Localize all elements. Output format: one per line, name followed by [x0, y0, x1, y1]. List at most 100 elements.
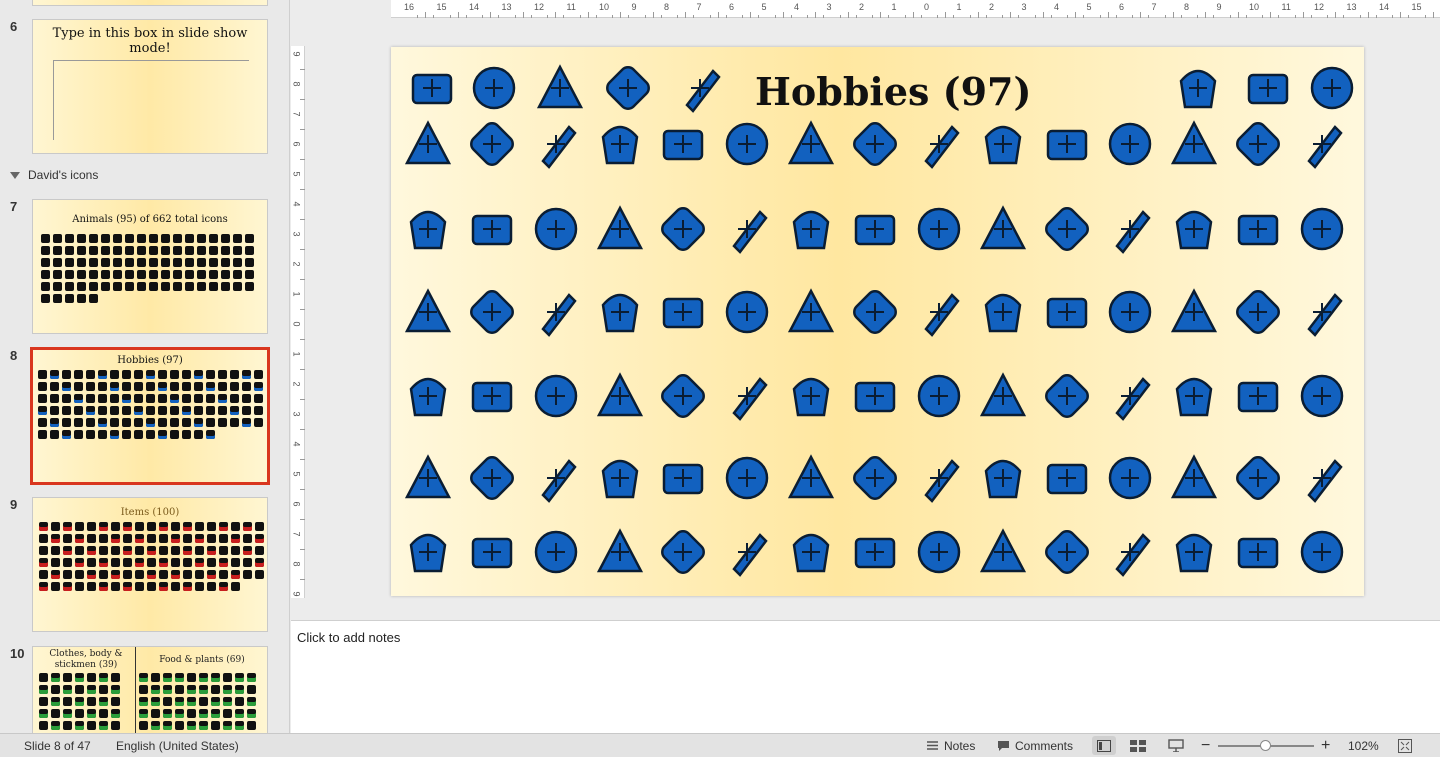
notes-placeholder[interactable]: Click to add notes — [297, 630, 400, 645]
christmas-tree-icon[interactable] — [1103, 202, 1157, 256]
roller-coaster-icon[interactable] — [1040, 285, 1094, 339]
saxophone-2-icon[interactable] — [656, 451, 710, 505]
weightlifter-icon[interactable] — [1305, 61, 1359, 115]
carousel-horse-icon[interactable] — [529, 202, 583, 256]
pumpkin-icon[interactable] — [593, 202, 647, 256]
music-note-icon[interactable] — [465, 451, 519, 505]
knife-icon[interactable] — [1231, 202, 1285, 256]
badminton-icon[interactable] — [465, 369, 519, 423]
cricket-bat-icon[interactable] — [912, 285, 966, 339]
laptop-icon[interactable] — [912, 117, 966, 171]
karate-gi-icon[interactable] — [593, 369, 647, 423]
music-notes-2-icon[interactable] — [1040, 525, 1094, 579]
volleyball-2-icon[interactable] — [401, 369, 455, 423]
ping-pong-paddle-icon[interactable] — [529, 369, 583, 423]
zoom-out-button[interactable]: − — [1201, 736, 1210, 755]
crossed-tools-icon[interactable] — [401, 285, 455, 339]
medal-icon[interactable] — [720, 202, 774, 256]
normal-view-button[interactable] — [1092, 736, 1116, 755]
ring-icon[interactable] — [1040, 202, 1094, 256]
volleyball-icon[interactable] — [1167, 117, 1221, 171]
football-icon[interactable] — [848, 285, 902, 339]
film-projector-icon[interactable] — [1171, 61, 1225, 115]
shield-icon[interactable] — [1167, 285, 1221, 339]
slide-thumbnail-6[interactable]: Type in this box in slide show mode! — [32, 19, 268, 154]
presenter-view-button[interactable] — [1168, 736, 1184, 755]
saxophone-icon[interactable] — [529, 451, 583, 505]
trophy-icon[interactable] — [784, 525, 838, 579]
basketball-icon[interactable] — [656, 285, 710, 339]
circus-tent-icon[interactable] — [656, 202, 710, 256]
gamepad-icon[interactable] — [656, 369, 710, 423]
baseball-icon[interactable] — [465, 117, 519, 171]
clarinet-icon[interactable] — [465, 525, 519, 579]
tree-lights-icon[interactable] — [720, 285, 774, 339]
slide-editor[interactable]: 16 15 14 13 12 11 10 9 8 7 6 5 4 3 2 1 0 1 2 3 4 5 6 7 8 9 10 11 12 1… — [291, 0, 1440, 620]
slide-sorter-button[interactable] — [1130, 736, 1146, 755]
skier-icon[interactable] — [401, 117, 455, 171]
spade-icon[interactable] — [1231, 285, 1285, 339]
hammer-2-icon[interactable] — [1103, 525, 1157, 579]
radio-icon[interactable] — [976, 525, 1030, 579]
presentation-board-icon[interactable] — [673, 61, 727, 115]
balloon-icon[interactable] — [465, 202, 519, 256]
bell-outline-icon[interactable] — [1295, 451, 1349, 505]
crossed-swords-icon[interactable] — [1231, 117, 1285, 171]
collapse-triangle-icon[interactable] — [10, 171, 20, 179]
megaphone-icon[interactable] — [529, 525, 583, 579]
clapperboard-icon[interactable] — [467, 61, 521, 115]
dj-mixer-icon[interactable] — [848, 525, 902, 579]
french-horn-icon[interactable] — [912, 451, 966, 505]
monitor-icon[interactable] — [656, 117, 710, 171]
camera-icon[interactable] — [1241, 61, 1295, 115]
fit-to-window-button[interactable] — [1398, 736, 1412, 755]
slide-thumbnail-8[interactable]: Hobbies (97) — [30, 347, 270, 485]
computer-tower-icon[interactable] — [848, 117, 902, 171]
gamepad-2-icon[interactable] — [401, 451, 455, 505]
soccer-ball-icon[interactable] — [784, 369, 838, 423]
playing-card-icon[interactable] — [1295, 202, 1349, 256]
bouquet-icon[interactable] — [1167, 202, 1221, 256]
ribbon-icon[interactable] — [529, 117, 583, 171]
tablet-icon[interactable] — [1040, 117, 1094, 171]
piano-keyboard-icon[interactable] — [405, 61, 459, 115]
bell-icon[interactable] — [1231, 451, 1285, 505]
ping-pong-icon[interactable] — [976, 369, 1030, 423]
horizontal-ruler[interactable]: 16 15 14 13 12 11 10 9 8 7 6 5 4 3 2 1 0 1 2 3 4 5 6 7 8 9 10 11 12 1… — [391, 0, 1440, 18]
language-indicator[interactable]: English (United States) — [116, 739, 239, 753]
club-icon[interactable] — [1295, 285, 1349, 339]
guitar-icon[interactable] — [1103, 117, 1157, 171]
hockey-stick-icon[interactable] — [784, 285, 838, 339]
microphone-icon[interactable] — [720, 451, 774, 505]
slide-thumbnail-5[interactable] — [32, 0, 268, 6]
teacher-icon[interactable] — [720, 117, 774, 171]
theater-masks-icon[interactable] — [593, 117, 647, 171]
zoom-slider-thumb[interactable] — [1260, 740, 1271, 751]
vertical-ruler[interactable]: 9 8 7 6 5 4 3 2 1 0 1 2 3 4 5 6 7 8 9 — [291, 46, 305, 598]
drum-icon[interactable] — [912, 525, 966, 579]
shoe-icon[interactable] — [401, 525, 455, 579]
dice-icon[interactable] — [401, 202, 455, 256]
books-icon[interactable] — [601, 61, 655, 115]
target-icon[interactable] — [593, 525, 647, 579]
medal-2-icon[interactable] — [720, 369, 774, 423]
tools-icon[interactable] — [1040, 451, 1094, 505]
joystick-icon[interactable] — [848, 369, 902, 423]
cap-icon[interactable] — [912, 369, 966, 423]
microscope-icon[interactable] — [1295, 525, 1349, 579]
notes-pane[interactable]: Click to add notes — [291, 620, 1440, 733]
fencer-icon[interactable] — [529, 285, 583, 339]
billiard-ball-icon[interactable] — [1295, 369, 1349, 423]
slide-title[interactable]: Hobbies (97) — [755, 69, 1031, 114]
zoom-in-button[interactable]: + — [1321, 736, 1330, 755]
slide-thumbnail-pane[interactable]: 6 Type in this box in slide show mode! D… — [0, 0, 290, 733]
ice-skate-icon[interactable] — [1103, 369, 1157, 423]
section-header[interactable]: David's icons — [10, 168, 98, 182]
chemistry-icon[interactable] — [1231, 525, 1285, 579]
current-slide[interactable]: Hobbies (97) — [391, 47, 1364, 596]
jersey-icon[interactable] — [976, 285, 1030, 339]
wrench-hammer-icon[interactable] — [1167, 525, 1221, 579]
gift-icon[interactable] — [848, 202, 902, 256]
electric-guitar-icon[interactable] — [848, 451, 902, 505]
video-camera-icon[interactable] — [533, 61, 587, 115]
